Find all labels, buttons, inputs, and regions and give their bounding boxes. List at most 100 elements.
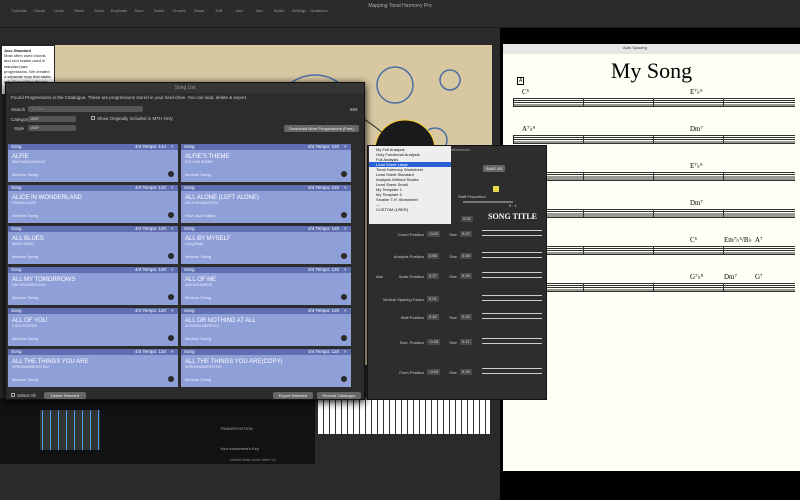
info-icon[interactable]	[168, 376, 174, 382]
score-toolbar: Auto Spacing	[503, 44, 800, 54]
result-count: 859	[350, 107, 358, 112]
close-icon[interactable]: ×	[171, 185, 175, 191]
pref-position-value[interactable]: -0.25	[427, 339, 441, 345]
chord-symbol[interactable]: A⁷	[755, 236, 763, 244]
close-icon[interactable]: ×	[171, 308, 175, 314]
song-card[interactable]: Song 4/4 Tempo: 120 × ALL THE THINGS YOU AR…	[181, 349, 351, 387]
chord-symbol[interactable]: Dm⁷	[690, 199, 703, 207]
pref-position-value[interactable]: -0.02	[427, 231, 441, 237]
category-label: Category	[11, 117, 30, 122]
chord-symbol[interactable]: C⁶	[522, 88, 529, 96]
barline	[583, 246, 584, 255]
card-style: Medium Swing	[12, 172, 39, 177]
song-card[interactable]: Song 4/4 Tempo: 120 × ALL OF ME SIMONS/MARKS…	[181, 267, 351, 305]
card-composer: KERN/HAMMERSTEIN	[12, 365, 49, 369]
delete-selected-button[interactable]: Delete Selected	[44, 392, 86, 399]
toolbar-button[interactable]: Notations	[302, 8, 336, 13]
mth-only-checkbox[interactable]	[91, 116, 95, 120]
song-card[interactable]: Song 4/4 Tempo: 120 × ALL THE THINGS YOU AR…	[8, 349, 178, 387]
song-card[interactable]: Song 4/4 Tempo: 144 × ALFIE BACHARACH/DAVID M…	[8, 144, 178, 182]
category-select[interactable]: ANY	[28, 116, 76, 122]
piano-keyboard[interactable]	[318, 398, 490, 434]
template-menu[interactable]: My Full Analysis Only Functional Analysis…	[369, 146, 451, 224]
close-icon[interactable]: ×	[344, 349, 348, 355]
song-card[interactable]: Song 4/4 Tempo: 120 × ALL MY TOMORROWS VAN H…	[8, 267, 178, 305]
pref-position-value[interactable]: 0.01	[427, 296, 439, 302]
select-all-checkbox[interactable]	[11, 393, 15, 397]
song-card[interactable]: Song 4/4 Tempo: 120 × ALFIE'S THEME ROLLINS …	[181, 144, 351, 182]
chord-symbol[interactable]: G⁷♭⁹	[690, 273, 703, 281]
menu-item[interactable]: CUSTOM (USER)	[369, 207, 451, 212]
card-header: Song 4/4 Tempo: 120 ×	[181, 226, 351, 232]
close-icon[interactable]: ×	[344, 144, 348, 150]
info-icon[interactable]	[341, 212, 347, 218]
card-time: 4/4 Tempo: 120	[135, 308, 166, 313]
close-icon[interactable]: ×	[344, 185, 348, 191]
export-selected-button[interactable]: Export Selected	[273, 392, 313, 399]
info-icon[interactable]	[168, 294, 174, 300]
pref-position-value[interactable]: 0.27	[427, 273, 439, 279]
ratio-label: 0 : 1	[509, 203, 517, 208]
chord-symbol[interactable]: G⁷	[755, 273, 763, 281]
mixer-faders[interactable]	[40, 410, 100, 450]
info-icon[interactable]	[168, 335, 174, 341]
audio-mixer[interactable]: TRANSPOSITION Your Instrument's Key eDec…	[0, 398, 315, 464]
chord-symbol[interactable]: E⁷♭⁹	[690, 88, 702, 96]
close-icon[interactable]: ×	[171, 349, 175, 355]
chord-symbol[interactable]: E⁷♭⁹	[690, 162, 702, 170]
info-icon[interactable]	[341, 335, 347, 341]
close-icon[interactable]: ×	[344, 308, 348, 314]
chord-symbol[interactable]: A⁷♭⁹	[522, 125, 535, 133]
song-card[interactable]: Song 4/4 Tempo: 120 × ALL ALONE (LEFT ALONE…	[181, 185, 351, 223]
close-icon[interactable]: ×	[171, 226, 175, 232]
style-label: Style	[14, 126, 25, 131]
pref-size-value[interactable]: 0.15	[460, 273, 472, 279]
style-select[interactable]: ANY	[28, 125, 76, 131]
song-card[interactable]: Song 4/4 Tempo: 120 × ALL BY MYSELF Irving B…	[181, 226, 351, 264]
close-icon[interactable]: ×	[171, 144, 175, 150]
close-icon[interactable]: ×	[344, 267, 348, 273]
pref-size-value[interactable]: 0.15	[460, 369, 472, 375]
song-card[interactable]: Song 4/4 Tempo: 120 × ALL OF YOU COLE PORTER…	[8, 308, 178, 346]
pref-label: Chord Position	[397, 232, 424, 237]
chord-symbol[interactable]: Dm⁷	[690, 125, 703, 133]
card-time: 4/4 Tempo: 120	[135, 267, 166, 272]
pref-size-value[interactable]: 0.27	[460, 231, 472, 237]
staff-proportion-slider[interactable]	[463, 201, 513, 203]
chord-symbol[interactable]: C⁶	[690, 236, 697, 244]
song-card[interactable]: Song 4/4 Tempo: 120 × ALL BLUES MILES DAVIS M…	[8, 226, 178, 264]
info-icon[interactable]	[341, 294, 347, 300]
card-composer: BACHARACH/DAVID	[12, 160, 46, 164]
close-icon[interactable]: ×	[171, 267, 175, 273]
info-icon[interactable]	[168, 171, 174, 177]
card-header: Song 4/4 Tempo: 120 ×	[8, 308, 178, 314]
auto-spacing-toggle[interactable]: Auto Spacing	[623, 45, 647, 50]
info-icon[interactable]	[168, 212, 174, 218]
pref-position-value[interactable]: 0.42	[427, 314, 439, 320]
download-progressions-button[interactable]: Download More Progressions (Free)	[284, 125, 359, 132]
info-icon[interactable]	[341, 376, 347, 382]
card-composer: SIMONS/MARKS	[185, 283, 213, 287]
staff-preview	[482, 295, 542, 301]
song-title[interactable]: My Song	[503, 58, 800, 84]
mth-only-label: Show Originally Included in MTH Only	[97, 116, 173, 121]
pref-size-value[interactable]: 0.20	[460, 314, 472, 320]
save-as-button[interactable]: SAVE AS	[483, 165, 505, 172]
info-icon[interactable]	[341, 171, 347, 177]
rebuild-catalogue-button[interactable]: Rebuild Catalogue	[317, 392, 361, 399]
title-size-value[interactable]: 0.07	[461, 216, 473, 222]
song-card[interactable]: Song 4/4 Tempo: 120 × ALICE IN WONDERLAND FA…	[8, 185, 178, 223]
search-input[interactable]	[28, 106, 143, 112]
close-icon[interactable]: ×	[344, 226, 348, 232]
chord-symbol[interactable]: Dm⁷	[724, 273, 737, 281]
pref-position-value[interactable]: -0.04	[427, 369, 441, 375]
pref-size-value[interactable]: 0.17	[460, 339, 472, 345]
barline	[723, 135, 724, 144]
pref-position-value[interactable]: 0.56	[427, 253, 439, 259]
color-swatch[interactable]	[493, 186, 499, 192]
chord-symbol[interactable]: Em⁷♭⁵/B♭	[724, 236, 752, 244]
song-card[interactable]: Song 4/4 Tempo: 120 × ALL OR NOTHING AT ALL…	[181, 308, 351, 346]
pref-size-value[interactable]: 0.16	[460, 253, 472, 259]
info-icon[interactable]	[341, 253, 347, 259]
info-icon[interactable]	[168, 253, 174, 259]
